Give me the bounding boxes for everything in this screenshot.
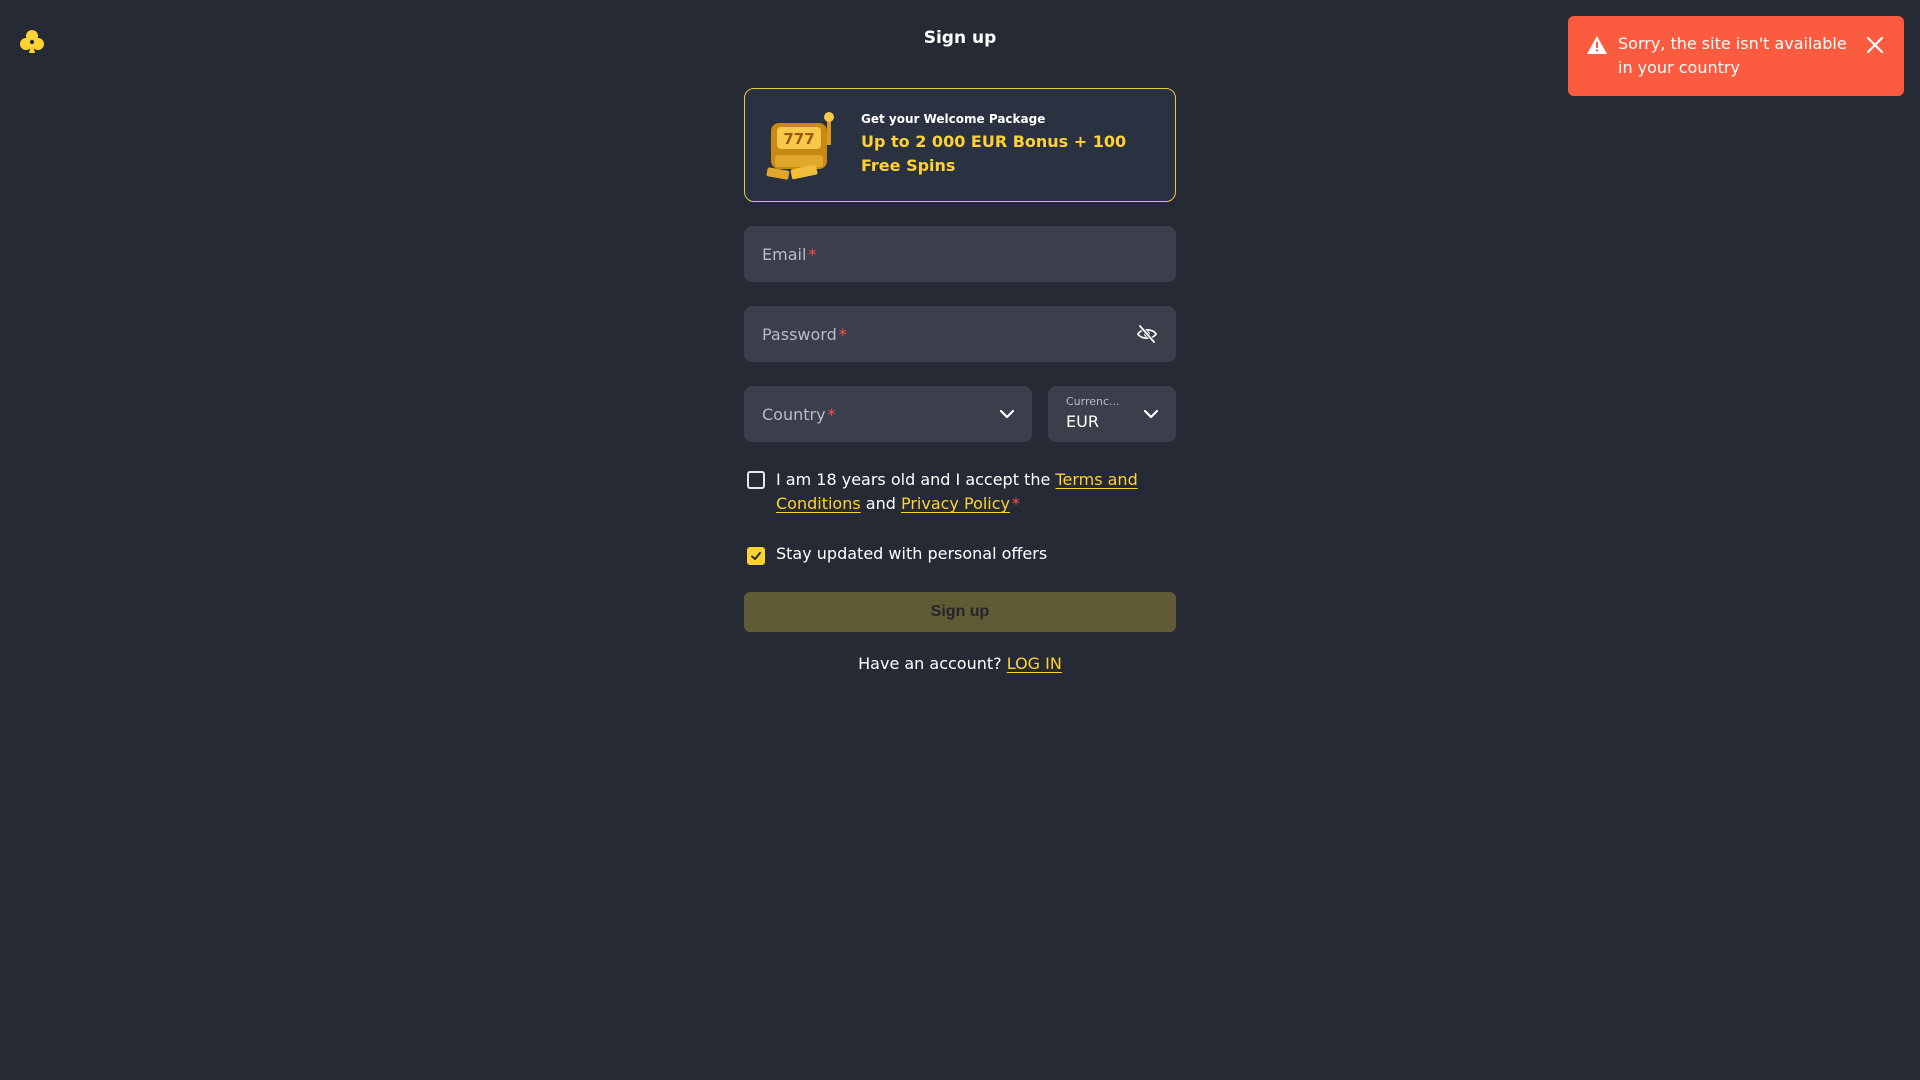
- password-field[interactable]: Password *: [744, 306, 1176, 362]
- country-label: Country: [762, 404, 826, 424]
- slot-machine-image: 777: [766, 112, 834, 180]
- required-mark: *: [808, 244, 817, 264]
- country-currency-row: Country * Currenc... EUR: [744, 386, 1176, 442]
- login-prompt: Have an account? LOG IN: [744, 654, 1176, 673]
- required-mark: *: [838, 324, 847, 344]
- close-icon[interactable]: [1864, 34, 1886, 56]
- login-link[interactable]: LOG IN: [1007, 654, 1062, 673]
- checkmark-icon: [751, 551, 761, 560]
- chevron-down-icon: [1143, 409, 1159, 419]
- terms-row: I am 18 years old and I accept the Terms…: [744, 468, 1176, 516]
- signup-page: Sign up Sorry, the site isn't available …: [0, 0, 1920, 1080]
- currency-select[interactable]: Currenc... EUR: [1048, 386, 1176, 442]
- account-prompt: Have an account?: [858, 654, 1007, 673]
- currency-label: Currenc...: [1066, 395, 1120, 408]
- offers-label: Stay updated with personal offers: [776, 544, 1048, 563]
- promo-subtitle: Get your Welcome Package: [861, 112, 1046, 126]
- email-field[interactable]: Email *: [744, 226, 1176, 282]
- welcome-promo-banner: 777 Get your Welcome Package Up to 2 000…: [744, 88, 1176, 202]
- svg-text:777: 777: [783, 130, 814, 148]
- terms-prefix: I am 18 years old and I accept the: [776, 470, 1056, 489]
- privacy-link[interactable]: Privacy Policy: [901, 494, 1010, 513]
- eye-off-icon[interactable]: [1136, 323, 1158, 345]
- promo-text: Get your Welcome Package Up to 2 000 EUR…: [861, 112, 1157, 178]
- error-toast: Sorry, the site isn't available in your …: [1568, 16, 1904, 96]
- terms-text: I am 18 years old and I accept the Terms…: [776, 468, 1176, 516]
- offers-row: Stay updated with personal offers: [744, 542, 1176, 566]
- signup-button[interactable]: Sign up: [744, 592, 1176, 632]
- password-label: Password: [762, 324, 837, 344]
- warning-icon: [1587, 36, 1607, 54]
- promo-headline: Up to 2 000 EUR Bonus + 100 Free Spins: [861, 132, 1127, 175]
- toast-message: Sorry, the site isn't available in your …: [1618, 34, 1847, 77]
- required-mark: *: [1012, 494, 1021, 513]
- terms-middle: and: [860, 494, 901, 513]
- required-mark: *: [827, 404, 836, 424]
- chevron-down-icon: [999, 409, 1015, 419]
- terms-checkbox[interactable]: [747, 471, 765, 489]
- email-label: Email: [762, 244, 807, 264]
- currency-value: EUR: [1066, 412, 1099, 431]
- offers-checkbox[interactable]: [747, 546, 765, 565]
- country-select[interactable]: Country *: [744, 386, 1032, 442]
- signup-form: 777 Get your Welcome Package Up to 2 000…: [744, 88, 1176, 673]
